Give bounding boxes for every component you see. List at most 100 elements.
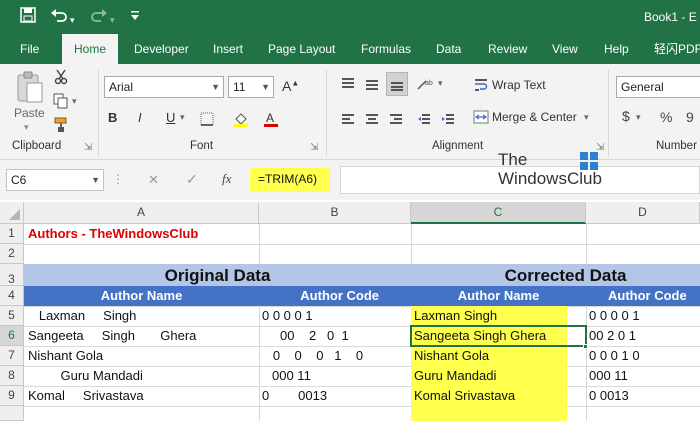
cell-a5[interactable]: Laxman Singh bbox=[28, 306, 137, 326]
cell-d6[interactable]: 00 2 0 1 bbox=[589, 326, 636, 346]
tab-pdf[interactable]: 轻闪PDF bbox=[654, 36, 700, 64]
merge-center-button[interactable]: Merge & Center bbox=[492, 110, 577, 124]
increase-indent-icon[interactable] bbox=[438, 110, 458, 130]
cell-a1[interactable]: Authors - TheWindowsClub bbox=[28, 224, 198, 244]
paste-dropdown-icon[interactable]: ▾ bbox=[24, 122, 29, 133]
header-d4-author-code[interactable]: Author Code bbox=[586, 286, 700, 306]
clipboard-launcher-icon[interactable]: ⇲ bbox=[84, 142, 92, 153]
tab-file[interactable]: File bbox=[20, 36, 39, 64]
header-c4-author-name[interactable]: Author Name bbox=[411, 286, 586, 306]
tab-view[interactable]: View bbox=[552, 36, 578, 64]
row-header-4[interactable]: 4 bbox=[0, 286, 24, 306]
currency-dropdown-icon[interactable]: ▾ bbox=[636, 112, 641, 123]
font-size-combo[interactable]: 11 ▼ bbox=[228, 76, 274, 98]
save-icon[interactable] bbox=[20, 7, 36, 29]
fill-handle[interactable] bbox=[583, 344, 588, 349]
cell-c7[interactable]: Nishant Gola bbox=[414, 346, 489, 366]
copy-icon[interactable] bbox=[52, 92, 70, 110]
undo-icon[interactable] bbox=[50, 7, 68, 29]
align-left-icon[interactable] bbox=[338, 110, 358, 130]
column-header-d[interactable]: D bbox=[586, 202, 700, 224]
comma-button[interactable]: 9 bbox=[686, 109, 694, 125]
orientation-icon[interactable]: ab bbox=[414, 74, 436, 94]
paste-label[interactable]: Paste bbox=[14, 106, 45, 120]
cell-b6[interactable]: 00 2 0 1 bbox=[262, 326, 349, 346]
decrease-indent-icon[interactable] bbox=[414, 110, 434, 130]
merge-dropdown-icon[interactable]: ▾ bbox=[584, 112, 589, 123]
row-header-3[interactable]: 3 bbox=[0, 264, 24, 286]
redo-icon[interactable] bbox=[90, 7, 108, 29]
cell-c9[interactable]: Komal Srivastava bbox=[414, 386, 515, 406]
currency-button[interactable]: $ bbox=[622, 108, 630, 124]
tab-data[interactable]: Data bbox=[436, 36, 461, 64]
redo-dropdown-icon[interactable]: ▾ bbox=[110, 10, 115, 30]
align-bottom-icon[interactable] bbox=[386, 72, 408, 96]
fill-color-icon[interactable] bbox=[232, 110, 250, 128]
select-all-corner[interactable] bbox=[0, 202, 24, 224]
increase-font-size-icon[interactable]: A▲ bbox=[282, 78, 299, 94]
tab-formulas[interactable]: Formulas bbox=[361, 36, 411, 64]
cell-b8[interactable]: 000 11 bbox=[272, 366, 311, 386]
cell-a6[interactable]: Sangeeta Singh Ghera bbox=[28, 326, 196, 346]
wrap-text-button[interactable]: Wrap Text bbox=[492, 78, 546, 92]
align-right-icon[interactable] bbox=[386, 110, 406, 130]
cell-b5[interactable]: 0 0 0 0 1 bbox=[262, 306, 313, 326]
tab-review[interactable]: Review bbox=[488, 36, 527, 64]
cell-d9[interactable]: 0 0013 bbox=[589, 386, 629, 406]
enter-icon[interactable]: ✓ bbox=[186, 171, 198, 188]
row-header-6[interactable]: 6 bbox=[0, 326, 24, 346]
cut-icon[interactable] bbox=[52, 68, 70, 86]
tab-developer[interactable]: Developer bbox=[134, 36, 189, 64]
row-header-7[interactable]: 7 bbox=[0, 346, 24, 366]
column-header-c[interactable]: C bbox=[411, 202, 586, 224]
cell-a7[interactable]: Nishant Gola bbox=[28, 346, 103, 366]
cell-d5[interactable]: 0 0 0 0 1 bbox=[589, 306, 640, 326]
cell-b9[interactable]: 0 0013 bbox=[262, 386, 327, 406]
font-name-combo[interactable]: Arial ▼ bbox=[104, 76, 224, 98]
underline-dropdown-icon[interactable]: ▾ bbox=[180, 112, 185, 123]
tab-help[interactable]: Help bbox=[604, 36, 629, 64]
orientation-dropdown-icon[interactable]: ▾ bbox=[438, 78, 443, 89]
column-header-b[interactable]: B bbox=[259, 202, 411, 224]
cell-b7[interactable]: 0 0 0 1 0 bbox=[262, 346, 363, 366]
tab-home[interactable]: Home bbox=[62, 34, 118, 64]
align-center-icon[interactable] bbox=[362, 110, 382, 130]
row-header-9[interactable]: 9 bbox=[0, 386, 24, 406]
row-header-8[interactable]: 8 bbox=[0, 366, 24, 386]
number-format-combo[interactable]: General bbox=[616, 76, 700, 98]
cell-a8[interactable]: Guru Mandadi bbox=[28, 366, 143, 386]
name-box[interactable]: C6 ▼ bbox=[6, 169, 104, 191]
row-header-2[interactable]: 2 bbox=[0, 244, 24, 264]
bold-button[interactable]: B bbox=[108, 110, 117, 125]
align-top-icon[interactable] bbox=[338, 74, 358, 94]
tab-insert[interactable]: Insert bbox=[213, 36, 243, 64]
merge-center-icon[interactable] bbox=[472, 108, 490, 126]
row-header-5[interactable]: 5 bbox=[0, 306, 24, 326]
undo-dropdown-icon[interactable]: ▾ bbox=[70, 10, 75, 30]
formula-text[interactable]: =TRIM(A6) bbox=[258, 172, 317, 186]
copy-dropdown-icon[interactable]: ▾ bbox=[72, 96, 77, 107]
header-b4-author-code[interactable]: Author Code bbox=[259, 286, 411, 306]
active-cell-c6[interactable] bbox=[410, 325, 587, 347]
format-painter-icon[interactable] bbox=[52, 116, 70, 134]
font-launcher-icon[interactable]: ⇲ bbox=[310, 142, 318, 153]
italic-button[interactable]: I bbox=[138, 110, 142, 125]
cell-c8[interactable]: Guru Mandadi bbox=[414, 366, 496, 386]
cell-d7[interactable]: 0 0 0 1 0 bbox=[589, 346, 640, 366]
cancel-icon[interactable]: ✕ bbox=[148, 172, 159, 188]
wrap-text-icon[interactable] bbox=[472, 76, 490, 94]
cell-a9[interactable]: Komal Srivastava bbox=[28, 386, 144, 406]
underline-button[interactable]: U bbox=[166, 110, 175, 125]
cell-c5[interactable]: Laxman Singh bbox=[414, 306, 497, 326]
cell-d8[interactable]: 000 11 bbox=[589, 366, 628, 386]
insert-function-icon[interactable]: fx bbox=[222, 171, 231, 187]
tab-page-layout[interactable]: Page Layout bbox=[268, 36, 335, 64]
font-color-icon[interactable]: A bbox=[262, 110, 280, 128]
row-header-10[interactable] bbox=[0, 406, 24, 421]
borders-icon[interactable] bbox=[198, 110, 216, 128]
align-middle-icon[interactable] bbox=[362, 74, 382, 94]
header-a4-author-name[interactable]: Author Name bbox=[24, 286, 259, 306]
paste-icon[interactable] bbox=[12, 70, 46, 106]
row-header-1[interactable]: 1 bbox=[0, 224, 24, 244]
corrected-data-title[interactable]: Corrected Data bbox=[411, 265, 700, 286]
